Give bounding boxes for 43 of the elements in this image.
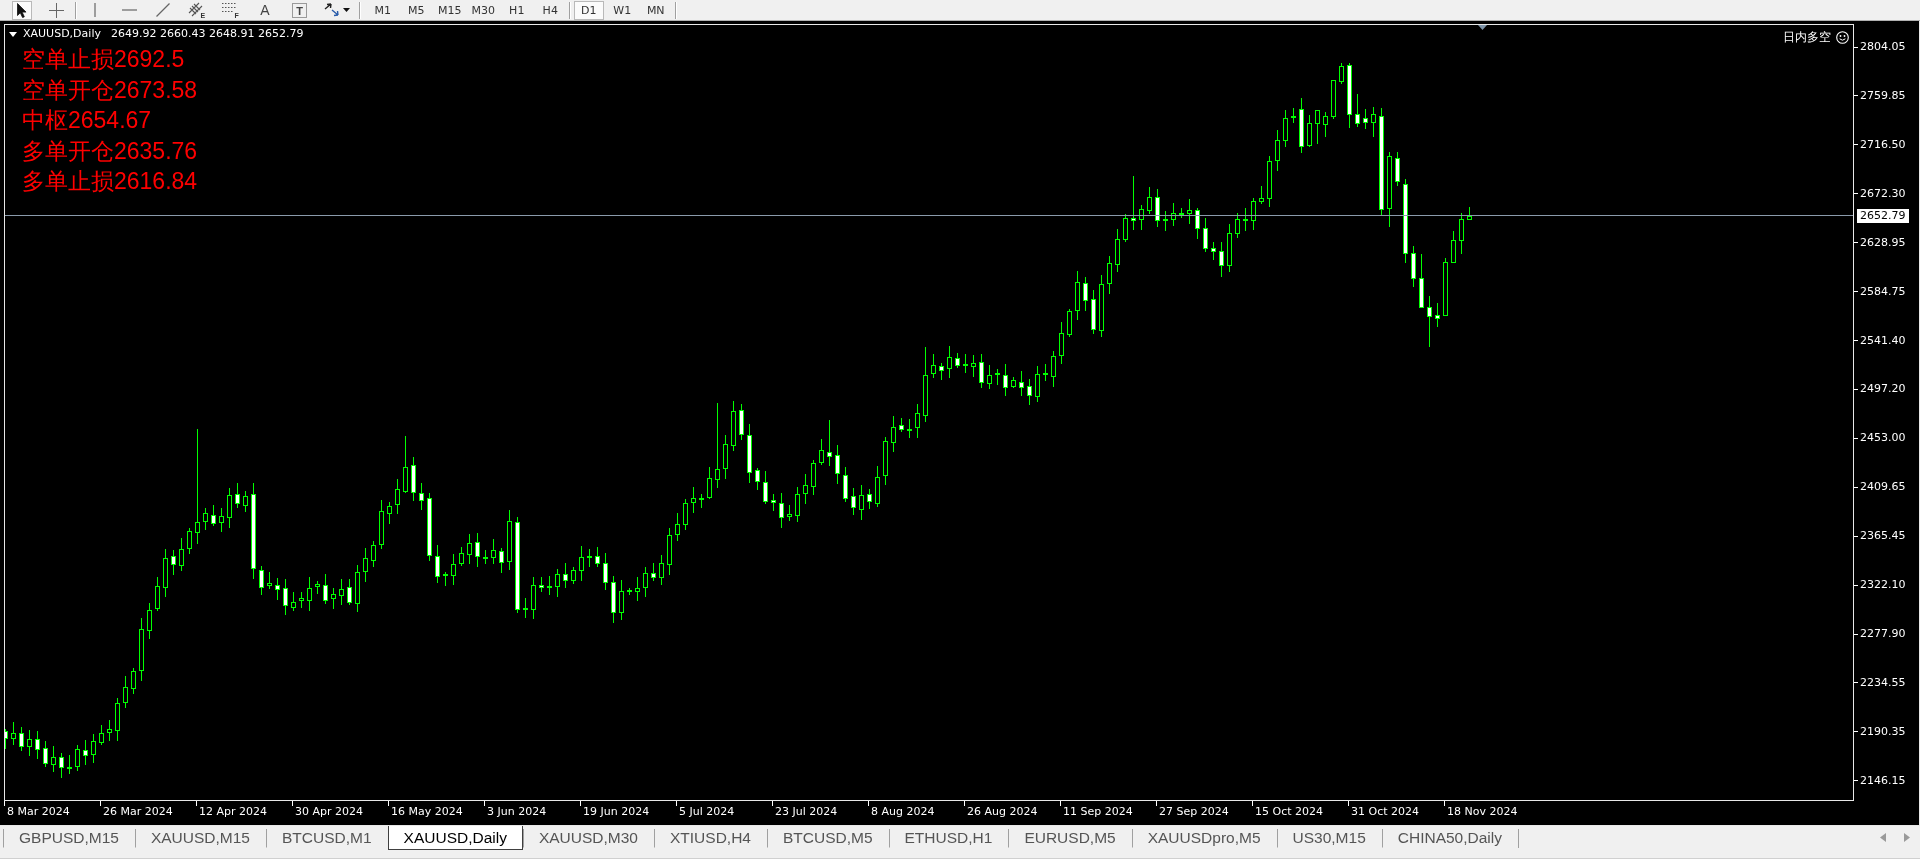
ohlc-values: 2649.92 2660.43 2648.91 2652.79 xyxy=(110,27,304,41)
cursor-icon xyxy=(17,2,27,18)
caret-icon xyxy=(343,8,350,12)
symbol-tab[interactable]: BTCUSD,M5 xyxy=(766,829,889,848)
text-label-tool-button[interactable]: T xyxy=(289,0,309,20)
crosshair-tool-button[interactable] xyxy=(46,0,66,20)
timeframe-button[interactable]: D1 xyxy=(573,0,604,20)
level-text: 多单开仓2635.76 xyxy=(22,136,198,166)
trend-line-icon xyxy=(156,3,170,17)
timeframe-button[interactable]: M5 xyxy=(401,0,432,20)
level-text: 中枢2654.67 xyxy=(22,106,153,135)
timeframe-button[interactable]: M1 xyxy=(367,0,398,20)
timeframe-button[interactable]: W1 xyxy=(607,0,638,20)
timeframe-button[interactable]: H4 xyxy=(535,0,566,20)
cursor-tool-button[interactable] xyxy=(12,0,32,20)
timeframe-button[interactable]: MN xyxy=(640,0,671,20)
symbol-tab[interactable]: US30,M15 xyxy=(1276,829,1382,848)
symbol-tab[interactable]: EURUSD,M5 xyxy=(1008,829,1132,848)
current-price-label: 2652.79 xyxy=(1857,209,1909,223)
symbol-tab[interactable]: ETHUSD,H1 xyxy=(888,829,1009,848)
symbol-tab[interactable]: XAUUSDpro,M5 xyxy=(1131,829,1277,848)
level-text: 空单止损2692.5 xyxy=(22,45,186,74)
indicator-label: 日内多空 xyxy=(1783,30,1831,45)
symbol-tab[interactable]: XAUUSD,M30 xyxy=(522,829,654,848)
symbol-tab[interactable]: XAUUSD,M15 xyxy=(134,829,266,848)
crosshair-icon xyxy=(48,2,64,18)
timeframe-button[interactable]: H1 xyxy=(501,0,532,20)
symbol-tab[interactable]: XTIUSD,H4 xyxy=(654,829,767,848)
symbol-tab[interactable]: BTCUSD,M1 xyxy=(266,829,388,848)
caret-icon xyxy=(9,31,17,37)
text-tool-button[interactable]: A xyxy=(255,0,275,20)
triangle-marker-icon[interactable] xyxy=(1478,25,1487,30)
symbol-label: XAUUSD,Daily xyxy=(23,27,101,41)
timeframe-button[interactable]: M30 xyxy=(468,0,499,20)
smiley-icon xyxy=(1836,31,1849,44)
symbol-tab[interactable]: GBPUSD,M15 xyxy=(3,829,135,848)
horizontal-line-icon xyxy=(121,9,137,11)
symbol-tab[interactable]: XAUUSD,Daily xyxy=(387,826,523,850)
arrows-icon xyxy=(324,3,340,17)
vertical-line-icon xyxy=(94,3,96,17)
level-text: 空单开仓2673.58 xyxy=(22,75,198,105)
level-text: 多单止损2616.84 xyxy=(22,167,198,196)
timeframe-button[interactable]: M15 xyxy=(434,0,465,20)
